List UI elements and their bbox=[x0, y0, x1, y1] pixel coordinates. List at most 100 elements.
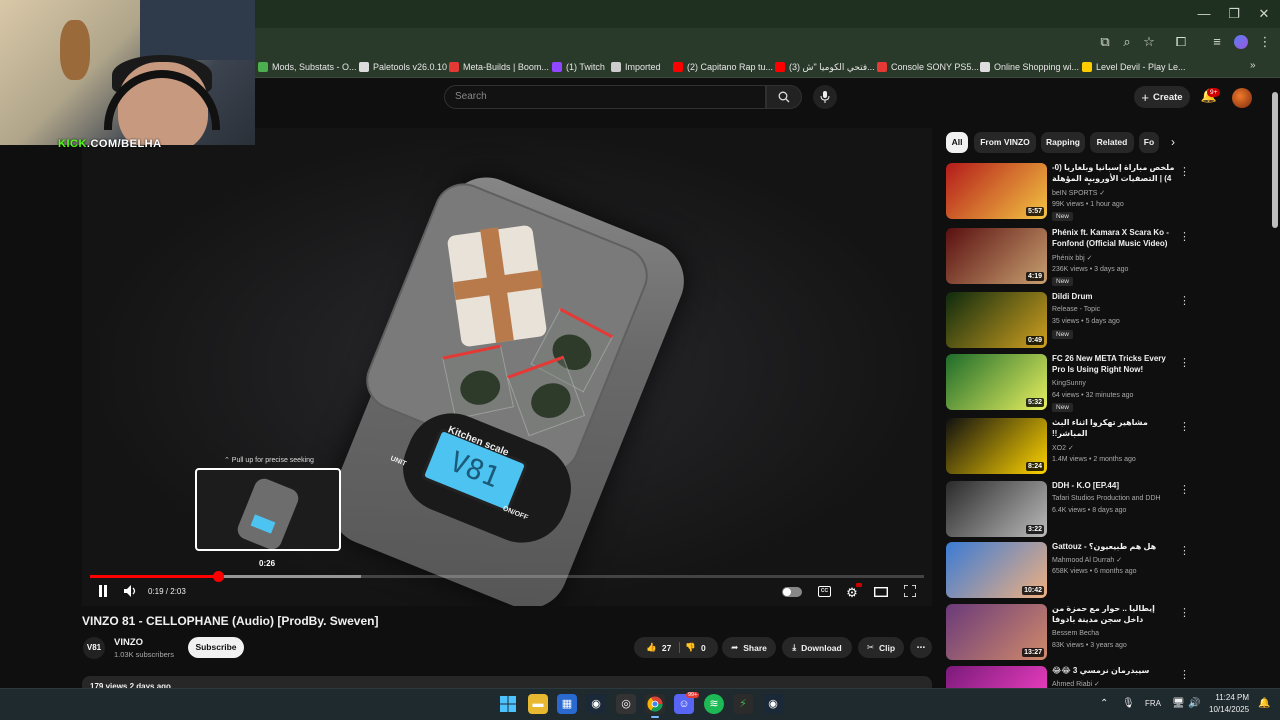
recommended-channel[interactable]: Ahmed Riabi ✓ bbox=[1052, 680, 1100, 688]
star-icon[interactable]: ☆ bbox=[1140, 33, 1158, 51]
cast-icon[interactable]: ⧉ bbox=[1096, 33, 1114, 51]
video-thumbnail[interactable]: 0:49 bbox=[946, 292, 1047, 348]
voice-search-button[interactable] bbox=[813, 85, 837, 109]
network-icon[interactable]: 🖥 bbox=[1172, 698, 1185, 709]
bookmark-item[interactable]: Mods, Substats - O... bbox=[258, 58, 357, 76]
more-actions-button[interactable]: ⋯ bbox=[910, 637, 932, 658]
video-thumbnail[interactable]: 3:22 bbox=[946, 481, 1047, 537]
app-launcher-icon[interactable]: ⚡ bbox=[733, 694, 753, 714]
progress-bar[interactable] bbox=[90, 571, 924, 582]
steam-icon[interactable]: ◉ bbox=[586, 694, 606, 714]
fullscreen-icon[interactable] bbox=[902, 584, 918, 602]
chip-from-vinzo[interactable]: From VINZO bbox=[974, 132, 1036, 153]
pause-icon[interactable] bbox=[94, 584, 112, 602]
recommended-title[interactable]: سيبدرمان نرمسي 3 😂😂 bbox=[1052, 666, 1176, 677]
channel-avatar[interactable]: V81 bbox=[83, 637, 105, 659]
chip-all[interactable]: All bbox=[946, 132, 968, 153]
bookmark-item[interactable]: Paletools v26.0.10 bbox=[359, 58, 447, 76]
recommended-video[interactable]: 10:42 Gattouz - هل هم طبيعيون؟ Mahmood Al … bbox=[946, 542, 1238, 600]
recommended-title[interactable]: Gattouz - هل هم طبيعيون؟ bbox=[1052, 542, 1176, 553]
autoplay-toggle[interactable] bbox=[782, 587, 802, 597]
bookmarks-overflow-icon[interactable]: » bbox=[1250, 60, 1256, 71]
bookmark-item[interactable]: (3) فتحي الكوميا "ش... bbox=[775, 58, 875, 76]
recommended-video[interactable]: 3:22 DDH - K.O [EP.44] Tafari Studios Prod… bbox=[946, 481, 1238, 539]
chevron-right-icon[interactable]: › bbox=[1165, 134, 1181, 150]
chrome-icon[interactable] bbox=[645, 694, 665, 718]
recommended-video[interactable]: 5:57 ملخص مباراة إسبانيا وبلغاريا (0-4) |… bbox=[946, 163, 1238, 221]
recommended-channel[interactable]: XO2 ✓ bbox=[1052, 444, 1074, 452]
more-options-icon[interactable]: ⋮ bbox=[1179, 230, 1190, 243]
video-thumbnail[interactable] bbox=[946, 666, 1047, 688]
recommended-title[interactable]: DDH - K.O [EP.44] bbox=[1052, 481, 1176, 492]
zoom-icon[interactable]: ⌕ bbox=[1118, 33, 1136, 51]
recommended-video[interactable]: 0:49 Dildi Drum Release - Topic 35 views • … bbox=[946, 292, 1238, 350]
more-options-icon[interactable]: ⋮ bbox=[1179, 483, 1190, 496]
share-button[interactable]: ➦ Share bbox=[722, 637, 776, 658]
scrollbar-thumb[interactable] bbox=[1272, 92, 1278, 228]
video-thumbnail[interactable]: 8:24 bbox=[946, 418, 1047, 474]
bookmark-item[interactable]: (2) Capitano Rap tu... bbox=[673, 58, 773, 76]
recommended-channel[interactable]: Tafari Studios Production and DDH bbox=[1052, 495, 1161, 502]
subtitles-icon[interactable]: CC bbox=[818, 586, 831, 597]
like-button[interactable]: 👍 27 bbox=[646, 642, 681, 653]
video-thumbnail[interactable]: 4:19 bbox=[946, 228, 1047, 284]
media-icon[interactable]: ≡ bbox=[1208, 33, 1226, 51]
recommended-title[interactable]: إيطاليا .. حوار مع حمزة من داخل سجن مدين… bbox=[1052, 604, 1176, 626]
bookmark-item[interactable]: Console SONY PS5... bbox=[877, 58, 979, 76]
volume-icon[interactable] bbox=[122, 584, 140, 602]
spotify-icon[interactable]: ≋ bbox=[704, 694, 724, 714]
recommended-channel[interactable]: KingSunny bbox=[1052, 380, 1086, 387]
bookmark-item[interactable]: Online Shopping wi... bbox=[980, 58, 1079, 76]
video-thumbnail[interactable]: 13:27 bbox=[946, 604, 1047, 660]
download-button[interactable]: ⤓ Download bbox=[782, 637, 852, 658]
bookmark-item[interactable]: (1) Twitch bbox=[552, 58, 605, 76]
video-player[interactable]: V81 Kitchen scale UNIT ON/OFF ⌃ Pull up … bbox=[82, 128, 932, 606]
recommended-video[interactable]: 8:24 مشاهير تهكروا اثناء البث المباشر!! XO… bbox=[946, 418, 1238, 476]
chip-for-you[interactable]: Fo bbox=[1139, 132, 1159, 153]
recommended-channel[interactable]: Bessem Becha bbox=[1052, 630, 1099, 637]
search-input[interactable]: Search bbox=[444, 85, 766, 109]
create-button[interactable]: + Create bbox=[1134, 86, 1190, 108]
extensions-icon[interactable]: ⧠ bbox=[1172, 33, 1190, 51]
tray-mic-icon[interactable]: 🎙 bbox=[1122, 698, 1135, 709]
channel-name[interactable]: VINZO bbox=[114, 637, 143, 648]
store-icon[interactable]: ▦ bbox=[557, 694, 577, 714]
theater-mode-icon[interactable] bbox=[872, 584, 890, 602]
recommended-video[interactable]: 5:32 FC 26 New META Tricks Every Pro Is U… bbox=[946, 354, 1238, 412]
chip-rapping[interactable]: Rapping bbox=[1041, 132, 1085, 153]
input-language[interactable]: FRA bbox=[1145, 699, 1161, 708]
more-options-icon[interactable]: ⋮ bbox=[1179, 294, 1190, 307]
profile-avatar[interactable] bbox=[1234, 35, 1248, 49]
maximize-icon[interactable]: ❐ bbox=[1226, 6, 1242, 22]
file-explorer-icon[interactable]: ▬ bbox=[528, 694, 548, 714]
start-icon[interactable] bbox=[498, 694, 518, 714]
tray-overflow-icon[interactable]: ⌃ bbox=[1100, 698, 1108, 709]
close-icon[interactable]: ✕ bbox=[1256, 6, 1272, 22]
recommended-title[interactable]: Dildi Drum bbox=[1052, 292, 1176, 303]
video-thumbnail[interactable]: 10:42 bbox=[946, 542, 1047, 598]
recommended-title[interactable]: FC 26 New META Tricks Every Pro Is Using… bbox=[1052, 354, 1176, 375]
speaker-icon[interactable]: 🔊 bbox=[1188, 698, 1200, 709]
recommended-channel[interactable]: Release - Topic bbox=[1052, 306, 1100, 313]
dislike-button[interactable]: 👎 0 bbox=[685, 642, 705, 653]
recommended-channel[interactable]: Mahmood Al Durrah ✓ bbox=[1052, 556, 1122, 564]
clock-time[interactable]: 11:24 PM bbox=[1209, 693, 1249, 702]
video-thumbnail[interactable]: 5:57 bbox=[946, 163, 1047, 219]
recommended-channel[interactable]: beIN SPORTS ✓ bbox=[1052, 189, 1105, 197]
recommended-video[interactable]: 4:19 Phénix ft. Kamara X Scara Ko - Fonfo… bbox=[946, 228, 1238, 286]
more-options-icon[interactable]: ⋮ bbox=[1179, 606, 1190, 619]
bookmark-item[interactable]: Meta-Builds | Boom... bbox=[449, 58, 549, 76]
menu-dots-icon[interactable]: ⋮ bbox=[1256, 33, 1274, 51]
notification-center-icon[interactable]: 🔔 bbox=[1258, 698, 1270, 709]
recommended-video[interactable]: 13:27 إيطاليا .. حوار مع حمزة من داخل سجن… bbox=[946, 604, 1238, 662]
minimize-icon[interactable]: — bbox=[1196, 6, 1212, 22]
subscribe-button[interactable]: Subscribe bbox=[188, 637, 244, 658]
search-button[interactable] bbox=[766, 85, 802, 109]
chip-related[interactable]: Related bbox=[1090, 132, 1134, 153]
account-avatar[interactable] bbox=[1232, 88, 1252, 108]
more-options-icon[interactable]: ⋮ bbox=[1179, 165, 1190, 178]
steam-running-icon[interactable]: ◉ bbox=[763, 694, 783, 714]
more-options-icon[interactable]: ⋮ bbox=[1179, 420, 1190, 433]
recommended-title[interactable]: مشاهير تهكروا اثناء البث المباشر!! bbox=[1052, 418, 1176, 439]
recommended-channel[interactable]: Phénix bbj ✓ bbox=[1052, 254, 1093, 262]
